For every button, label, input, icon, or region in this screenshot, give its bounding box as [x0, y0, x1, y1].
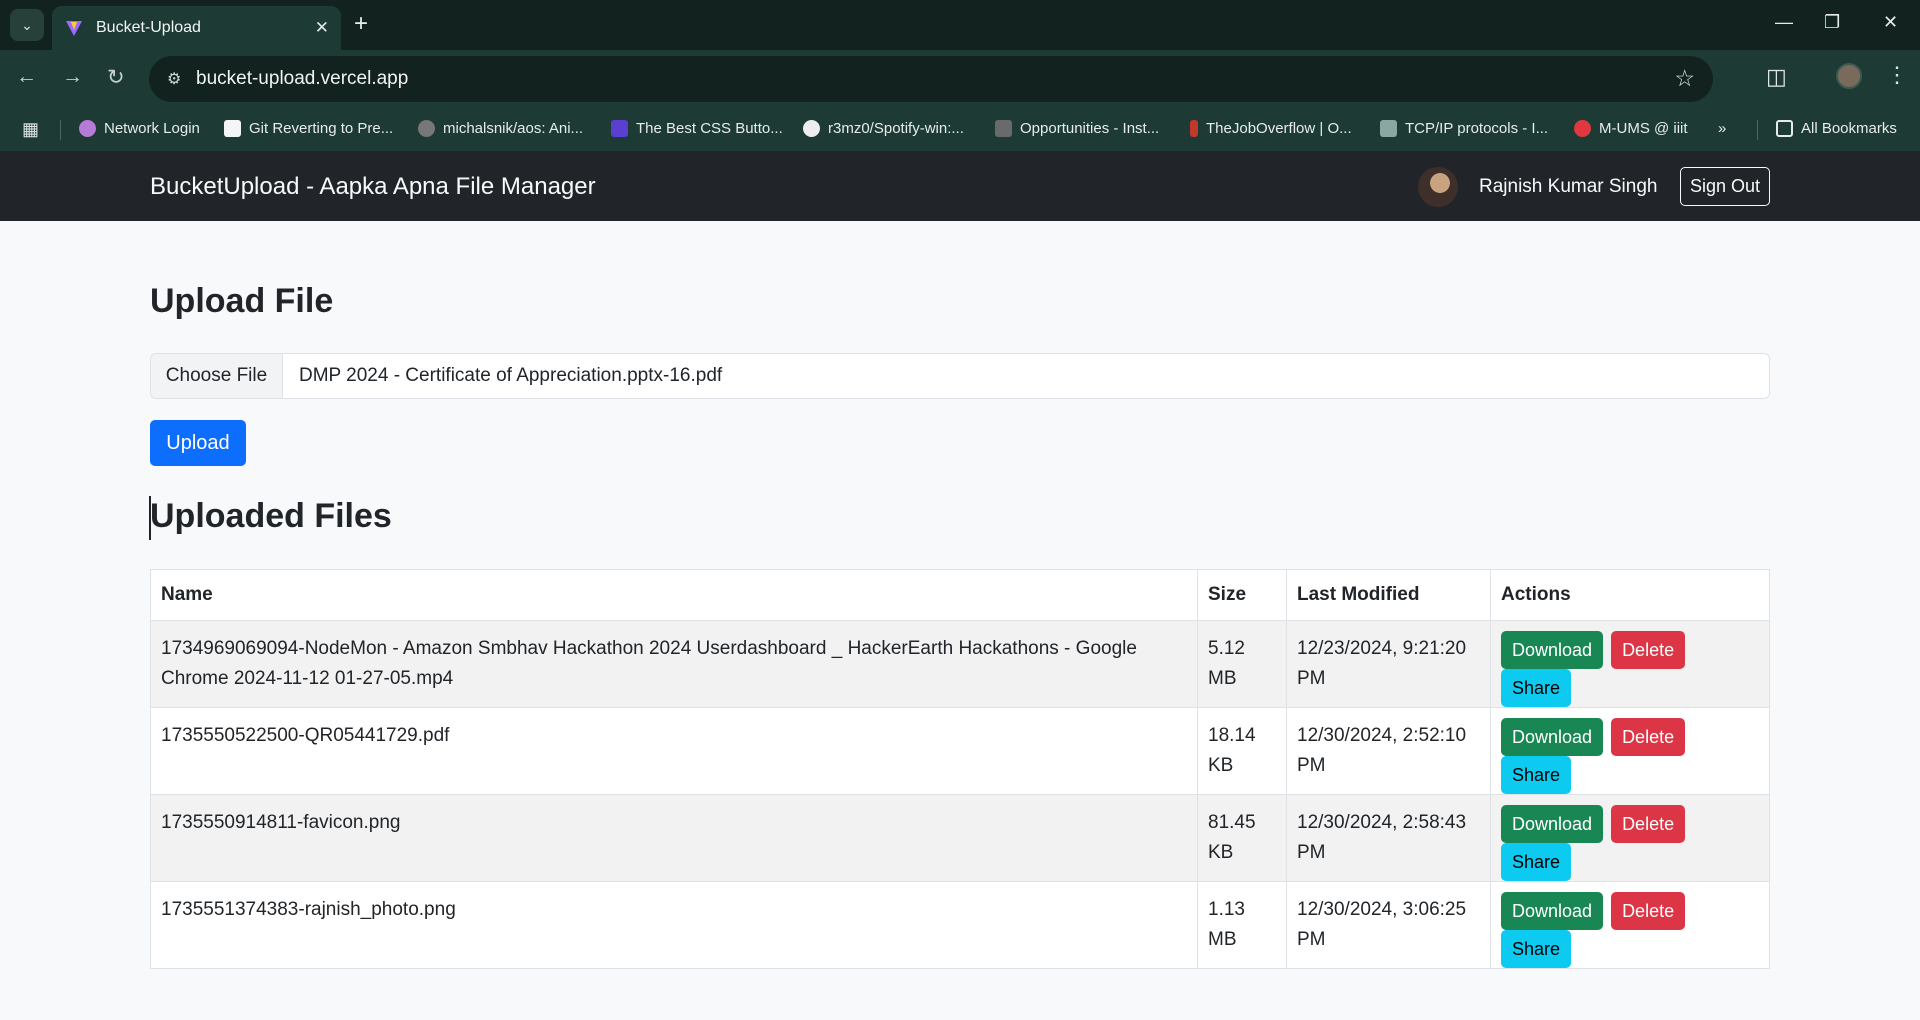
bookmark-item[interactable]: Git Reverting to Pre... [224, 120, 393, 137]
share-button[interactable]: Share [1501, 756, 1572, 794]
file-actions: Download Delete Share [1490, 620, 1770, 708]
folder-icon [1776, 120, 1793, 137]
site-info-icon[interactable]: ⚙ [167, 69, 181, 89]
column-header-last-modified: Last Modified [1286, 569, 1491, 621]
vite-favicon-icon [66, 21, 82, 36]
bookmark-item[interactable]: michalsnik/aos: Ani... [418, 120, 583, 137]
bookmark-favicon-icon [1574, 120, 1591, 137]
file-actions: Download Delete Share [1490, 707, 1770, 795]
download-button[interactable]: Download [1501, 805, 1604, 843]
profile-avatar-icon[interactable] [1836, 63, 1862, 89]
tab-search-chevron-icon[interactable]: ⌄ [10, 9, 44, 41]
delete-button[interactable]: Delete [1611, 718, 1686, 756]
minimize-icon[interactable]: — [1775, 12, 1793, 33]
bookmark-item[interactable]: r3mz0/Spotify-win:... [803, 120, 964, 137]
delete-button[interactable]: Delete [1611, 892, 1686, 930]
column-header-name: Name [150, 569, 1198, 621]
bookmarks-divider [1757, 120, 1758, 140]
upload-heading: Upload File [150, 282, 334, 320]
browser-chrome: ⌄ Bucket-Upload ✕ + — ❐ ✕ ← → ↻ ⚙ bucket… [0, 0, 1920, 151]
download-button[interactable]: Download [1501, 631, 1604, 669]
delete-button[interactable]: Delete [1611, 805, 1686, 843]
file-name: 1735551374383-rajnish_photo.png [150, 881, 1198, 969]
bookmarks-divider [60, 120, 61, 140]
share-button[interactable]: Share [1501, 930, 1572, 968]
tab-strip: ⌄ Bucket-Upload ✕ + — ❐ ✕ [0, 0, 1920, 50]
bookmark-item[interactable]: M-UMS @ iiit [1574, 120, 1688, 137]
github-icon [418, 120, 435, 137]
user-name: Rajnish Kumar Singh [1479, 176, 1658, 197]
forward-icon[interactable]: → [62, 65, 83, 89]
uploaded-files-heading: Uploaded Files [150, 497, 392, 535]
file-size: 5.12 MB [1197, 620, 1287, 708]
upload-button[interactable]: Upload [150, 420, 246, 466]
file-actions: Download Delete Share [1490, 881, 1770, 969]
window-close-icon[interactable]: ✕ [1883, 12, 1898, 33]
bookmark-star-icon[interactable]: ☆ [1674, 65, 1695, 92]
download-button[interactable]: Download [1501, 892, 1604, 930]
apps-grid-icon[interactable]: ▦ [22, 119, 39, 140]
file-name: 1735550914811-favicon.png [150, 794, 1198, 882]
new-tab-icon[interactable]: + [354, 11, 368, 37]
column-header-actions: Actions [1490, 569, 1770, 621]
share-button[interactable]: Share [1501, 843, 1572, 881]
table-row: 1735550914811-favicon.png 81.45 KB 12/30… [150, 794, 1770, 882]
tab-close-icon[interactable]: ✕ [315, 18, 329, 38]
github-icon [803, 120, 820, 137]
table-row: 1734969069094-NodeMon - Amazon Smbhav Ha… [150, 620, 1770, 708]
table-row: 1735551374383-rajnish_photo.png 1.13 MB … [150, 881, 1770, 969]
download-button[interactable]: Download [1501, 718, 1604, 756]
share-button[interactable]: Share [1501, 669, 1572, 707]
bookmark-item[interactable]: Opportunities - Inst... [995, 120, 1159, 137]
bookmark-favicon-icon [1190, 120, 1198, 137]
tab-bucket-upload[interactable]: Bucket-Upload ✕ [52, 6, 341, 50]
selected-file-name: DMP 2024 - Certificate of Appreciation.p… [299, 365, 723, 386]
app-navbar: BucketUpload - Aapka Apna File Manager R… [0, 151, 1920, 221]
file-name: 1734969069094-NodeMon - Amazon Smbhav Ha… [150, 620, 1198, 708]
bookmark-favicon-icon [79, 120, 96, 137]
files-table: Name Size Last Modified Actions 17349690… [150, 569, 1770, 969]
extensions-icon[interactable]: ◫ [1766, 64, 1787, 90]
browser-menu-icon[interactable]: ⋮ [1886, 62, 1908, 88]
file-modified: 12/30/2024, 2:52:10 PM [1286, 707, 1491, 795]
file-size: 1.13 MB [1197, 881, 1287, 969]
choose-file-button[interactable]: Choose File [151, 354, 283, 398]
bookmark-favicon-icon [611, 120, 628, 137]
bookmarks-bar: ▦ Network Login Git Reverting to Pre... … [0, 108, 1920, 151]
file-input[interactable]: Choose File DMP 2024 - Certificate of Ap… [150, 353, 1770, 399]
user-avatar [1418, 167, 1458, 207]
sign-out-button[interactable]: Sign Out [1680, 167, 1770, 206]
back-icon[interactable]: ← [16, 65, 37, 89]
table-header-row: Name Size Last Modified Actions [150, 569, 1770, 621]
more-bookmarks-icon[interactable]: » [1718, 120, 1726, 137]
file-name: 1735550522500-QR05441729.pdf [150, 707, 1198, 795]
bookmark-favicon-icon [224, 120, 241, 137]
column-header-size: Size [1197, 569, 1287, 621]
delete-button[interactable]: Delete [1611, 631, 1686, 669]
restore-icon[interactable]: ❐ [1824, 12, 1840, 33]
bookmark-item[interactable]: The Best CSS Butto... [611, 120, 783, 137]
tab-title: Bucket-Upload [96, 19, 201, 36]
brand-title[interactable]: BucketUpload - Aapka Apna File Manager [150, 173, 596, 201]
bookmark-item[interactable]: TheJobOverflow | O... [1190, 120, 1352, 137]
file-modified: 12/30/2024, 2:58:43 PM [1286, 794, 1491, 882]
table-row: 1735550522500-QR05441729.pdf 18.14 KB 12… [150, 707, 1770, 795]
bookmark-item[interactable]: TCP/IP protocols - I... [1380, 120, 1548, 137]
all-bookmarks[interactable]: All Bookmarks [1776, 120, 1897, 137]
bookmark-item[interactable]: Network Login [79, 120, 200, 137]
bookmark-favicon-icon [995, 120, 1012, 137]
file-modified: 12/23/2024, 9:21:20 PM [1286, 620, 1491, 708]
browser-toolbar: ← → ↻ ⚙ bucket-upload.vercel.app ☆ ◫ ⋮ [0, 50, 1920, 108]
file-size: 18.14 KB [1197, 707, 1287, 795]
file-size: 81.45 KB [1197, 794, 1287, 882]
bookmark-favicon-icon [1380, 120, 1397, 137]
reload-icon[interactable]: ↻ [107, 65, 125, 90]
address-bar[interactable]: ⚙ bucket-upload.vercel.app ☆ [149, 56, 1713, 102]
file-modified: 12/30/2024, 3:06:25 PM [1286, 881, 1491, 969]
file-actions: Download Delete Share [1490, 794, 1770, 882]
url-text[interactable]: bucket-upload.vercel.app [196, 68, 408, 90]
